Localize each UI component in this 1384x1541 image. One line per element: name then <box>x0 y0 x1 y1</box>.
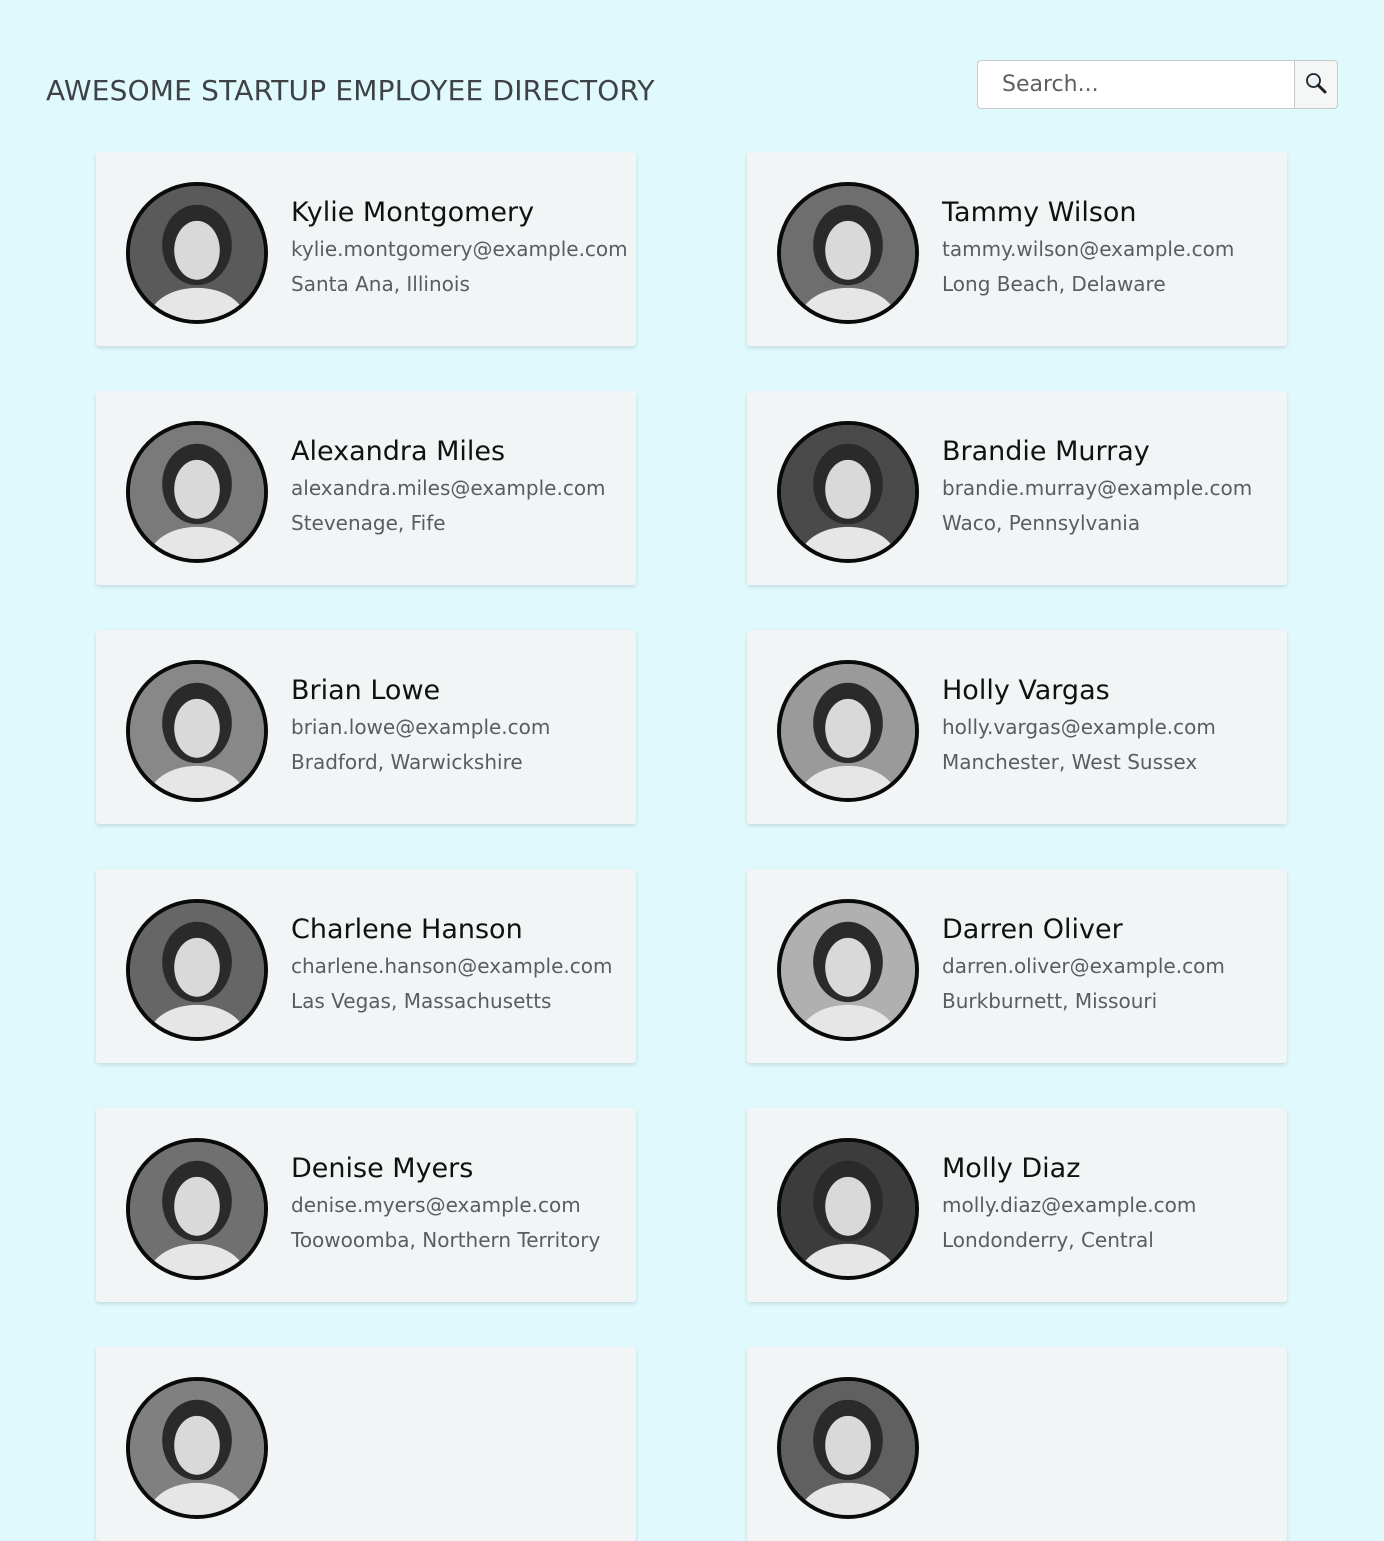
employee-card[interactable] <box>96 1347 636 1541</box>
employee-email: molly.diaz@example.com <box>942 1193 1197 1217</box>
employee-info: Charlene Hanson charlene.hanson@example.c… <box>291 913 626 1015</box>
employee-location: Santa Ana, Illinois <box>291 272 470 296</box>
employee-avatar <box>777 899 919 1041</box>
employee-email: charlene.hanson@example.com <box>291 954 613 978</box>
page-header: AWESOME STARTUP EMPLOYEE DIRECTORY <box>0 0 1384 150</box>
magnifier-icon <box>1304 71 1328 98</box>
employee-card[interactable]: Brian Lowe brian.lowe@example.com Bradford… <box>96 630 636 824</box>
employee-card[interactable]: Brandie Murray brandie.murray@example.com… <box>747 391 1287 585</box>
employee-info: Denise Myers denise.myers@example.com Toow… <box>291 1152 626 1254</box>
employee-info: Holly Vargas holly.vargas@example.com Manc… <box>942 674 1277 776</box>
employee-card[interactable]: Tammy Wilson tammy.wilson@example.com Long… <box>747 152 1287 346</box>
employee-name: Kylie Montgomery <box>291 197 535 228</box>
employee-card[interactable]: Darren Oliver darren.oliver@example.com Bu… <box>747 869 1287 1063</box>
employee-location: Manchester, West Sussex <box>942 750 1198 774</box>
employee-location: Long Beach, Delaware <box>942 272 1166 296</box>
employee-location: Toowoomba, Northern Territory <box>291 1228 601 1252</box>
employee-location: Waco, Pennsylvania <box>942 511 1141 535</box>
employee-location: Burkburnett, Missouri <box>942 989 1158 1013</box>
search-button[interactable] <box>1294 60 1338 109</box>
employee-info: Brian Lowe brian.lowe@example.com Bradford… <box>291 674 626 776</box>
employee-email: tammy.wilson@example.com <box>942 237 1235 261</box>
employee-email: alexandra.miles@example.com <box>291 476 606 500</box>
employee-info: Molly Diaz molly.diaz@example.com Londonde… <box>942 1152 1277 1254</box>
employee-card[interactable] <box>747 1347 1287 1541</box>
employee-avatar <box>126 899 268 1041</box>
employee-email: darren.oliver@example.com <box>942 954 1225 978</box>
employee-info: Brandie Murray brandie.murray@example.com… <box>942 435 1277 537</box>
employee-card[interactable]: Kylie Montgomery kylie.montgomery@example… <box>96 152 636 346</box>
employee-email: kylie.montgomery@example.com <box>291 237 628 261</box>
employee-name: Denise Myers <box>291 1153 474 1184</box>
employee-location: Londonderry, Central <box>942 1228 1154 1252</box>
employee-avatar <box>777 1138 919 1280</box>
search-input[interactable] <box>977 60 1294 109</box>
employee-email: brandie.murray@example.com <box>942 476 1253 500</box>
employee-email: holly.vargas@example.com <box>942 715 1216 739</box>
employee-avatar <box>126 182 268 324</box>
employee-name: Alexandra Miles <box>291 436 506 467</box>
employee-name: Holly Vargas <box>942 675 1110 706</box>
employee-info <box>942 1391 1277 1398</box>
employee-info <box>291 1391 626 1398</box>
employee-name: Darren Oliver <box>942 914 1123 945</box>
employee-email: brian.lowe@example.com <box>291 715 551 739</box>
page-title: AWESOME STARTUP EMPLOYEE DIRECTORY <box>46 74 655 107</box>
employee-gallery: Kylie Montgomery kylie.montgomery@example… <box>96 152 1287 1541</box>
employee-card[interactable]: Holly Vargas holly.vargas@example.com Manc… <box>747 630 1287 824</box>
employee-email: denise.myers@example.com <box>291 1193 581 1217</box>
employee-info: Darren Oliver darren.oliver@example.com Bu… <box>942 913 1277 1015</box>
employee-avatar <box>126 1377 268 1519</box>
employee-avatar <box>126 1138 268 1280</box>
employee-avatar <box>126 660 268 802</box>
employee-card[interactable]: Molly Diaz molly.diaz@example.com Londonde… <box>747 1108 1287 1302</box>
employee-avatar <box>777 182 919 324</box>
employee-name: Molly Diaz <box>942 1153 1081 1184</box>
employee-avatar <box>777 1377 919 1519</box>
employee-info: Alexandra Miles alexandra.miles@example.c… <box>291 435 626 537</box>
employee-name: Charlene Hanson <box>291 914 523 945</box>
search-form <box>977 60 1338 109</box>
employee-location: Bradford, Warwickshire <box>291 750 523 774</box>
employee-card[interactable]: Alexandra Miles alexandra.miles@example.c… <box>96 391 636 585</box>
employee-avatar <box>777 421 919 563</box>
employee-card[interactable]: Charlene Hanson charlene.hanson@example.c… <box>96 869 636 1063</box>
employee-location: Las Vegas, Massachusetts <box>291 989 552 1013</box>
employee-info: Kylie Montgomery kylie.montgomery@example… <box>291 196 628 298</box>
employee-avatar <box>777 660 919 802</box>
employee-avatar <box>126 421 268 563</box>
employee-name: Brian Lowe <box>291 675 441 706</box>
employee-name: Tammy Wilson <box>942 197 1137 228</box>
employee-name: Brandie Murray <box>942 436 1150 467</box>
employee-card[interactable]: Denise Myers denise.myers@example.com Toow… <box>96 1108 636 1302</box>
employee-location: Stevenage, Fife <box>291 511 446 535</box>
employee-info: Tammy Wilson tammy.wilson@example.com Long… <box>942 196 1277 298</box>
